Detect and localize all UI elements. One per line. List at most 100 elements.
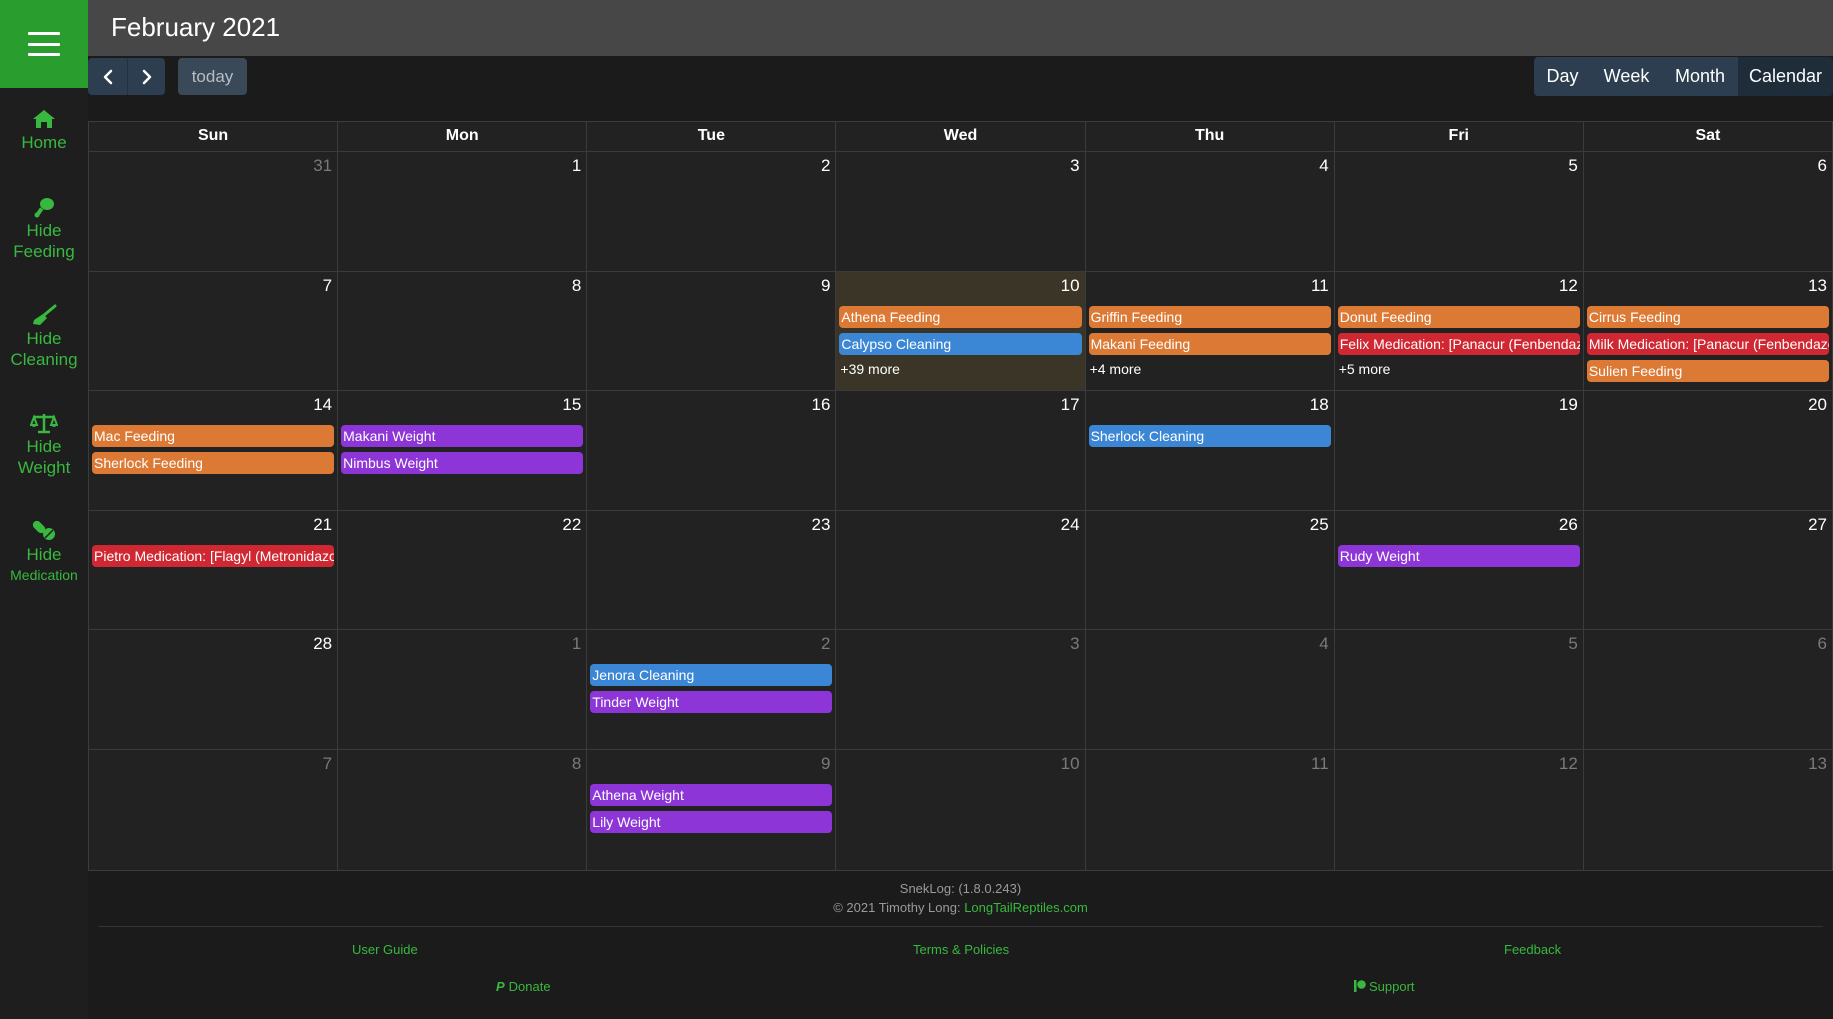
day-number[interactable]: 27 xyxy=(1808,515,1827,535)
calendar-day[interactable]: 2 xyxy=(587,152,837,271)
sidebar-item-hide-weight[interactable]: Hide Weight xyxy=(0,412,88,478)
day-number[interactable]: 12 xyxy=(1559,276,1578,296)
event-cleaning[interactable]: Calypso Cleaning xyxy=(839,332,1082,355)
calendar-day[interactable]: 12 xyxy=(1335,749,1584,870)
day-number[interactable]: 4 xyxy=(1319,156,1328,176)
day-number[interactable]: 9 xyxy=(821,754,830,774)
day-number[interactable]: 13 xyxy=(1808,754,1827,774)
day-number[interactable]: 3 xyxy=(1070,156,1079,176)
calendar-day[interactable]: 11 Griffin Feeding Makani Feeding +4 more xyxy=(1086,271,1335,391)
day-number[interactable]: 12 xyxy=(1559,754,1578,774)
calendar-day[interactable]: 26 Rudy Weight xyxy=(1335,510,1584,630)
website-link[interactable]: LongTailReptiles.com xyxy=(964,900,1088,915)
day-number[interactable]: 20 xyxy=(1808,395,1827,415)
sidebar-item-hide-feeding[interactable]: Hide Feeding xyxy=(0,196,88,262)
calendar-day[interactable]: 2 Jenora Cleaning Tinder Weight xyxy=(587,630,837,749)
day-number[interactable]: 7 xyxy=(323,754,332,774)
today-button[interactable]: today xyxy=(178,58,247,95)
calendar-day[interactable]: 31 xyxy=(89,152,339,271)
calendar-day[interactable]: 6 xyxy=(1584,152,1832,271)
calendar-day[interactable]: 9 xyxy=(587,271,837,391)
event-feeding[interactable]: Donut Feeding xyxy=(1337,305,1580,328)
event-medication[interactable]: Pietro Medication: [Flagyl (Metronidazol… xyxy=(92,544,335,567)
event-cleaning[interactable]: Sherlock Cleaning xyxy=(1088,425,1331,448)
calendar-day[interactable]: 7 xyxy=(89,271,339,391)
event-feeding[interactable]: Griffin Feeding xyxy=(1088,305,1331,328)
day-number[interactable]: 25 xyxy=(1310,515,1329,535)
calendar-day[interactable]: 11 xyxy=(1086,749,1335,870)
day-number[interactable]: 4 xyxy=(1319,634,1328,654)
calendar-day[interactable]: 7 xyxy=(89,749,339,870)
day-number[interactable]: 2 xyxy=(821,156,830,176)
day-number[interactable]: 26 xyxy=(1559,515,1578,535)
donate-link[interactable]: P Donate xyxy=(496,979,551,994)
calendar-day[interactable]: 13 Cirrus Feeding Milk Medication: [Panacu… xyxy=(1584,272,1832,391)
sidebar-item-home[interactable]: Home xyxy=(0,108,88,153)
calendar-day[interactable]: 14 Mac Feeding Sherlock Feeding xyxy=(89,391,339,510)
calendar-day[interactable]: 8 xyxy=(338,271,588,391)
day-number[interactable]: 11 xyxy=(1311,754,1329,774)
event-feeding[interactable]: Athena Feeding xyxy=(839,305,1082,328)
calendar-day[interactable]: 20 xyxy=(1584,391,1832,510)
day-number[interactable]: 3 xyxy=(1070,634,1079,654)
day-number[interactable]: 9 xyxy=(821,276,830,296)
calendar-day[interactable]: 8 xyxy=(338,749,588,870)
day-number[interactable]: 18 xyxy=(1310,395,1329,415)
calendar-day[interactable]: 4 xyxy=(1086,152,1335,271)
feedback-link[interactable]: Feedback xyxy=(1504,942,1561,957)
calendar-day[interactable]: 5 xyxy=(1335,152,1584,271)
calendar-day[interactable]: 28 xyxy=(89,630,339,749)
calendar-day[interactable]: 18 Sherlock Cleaning xyxy=(1086,391,1335,510)
view-week-button[interactable]: Week xyxy=(1591,57,1662,96)
calendar-day[interactable]: 27 xyxy=(1584,511,1832,630)
day-number[interactable]: 1 xyxy=(572,634,581,654)
event-feeding[interactable]: Sherlock Feeding xyxy=(92,452,335,475)
day-number[interactable]: 5 xyxy=(1568,634,1577,654)
day-number[interactable]: 22 xyxy=(562,515,581,535)
terms-link[interactable]: Terms & Policies xyxy=(913,942,1009,957)
day-number[interactable]: 16 xyxy=(812,395,831,415)
day-number[interactable]: 5 xyxy=(1568,156,1577,176)
calendar-day[interactable]: 13 xyxy=(1584,750,1832,870)
more-events-link[interactable]: +5 more xyxy=(1338,360,1580,378)
calendar-day[interactable]: 3 xyxy=(836,152,1086,271)
calendar-day[interactable]: 3 xyxy=(836,630,1086,749)
menu-button[interactable] xyxy=(0,0,88,88)
event-feeding[interactable]: Cirrus Feeding xyxy=(1586,305,1829,328)
day-number[interactable]: 2 xyxy=(821,634,830,654)
calendar-day[interactable]: 15 Makani Weight Nimbus Weight xyxy=(338,391,588,510)
day-number[interactable]: 8 xyxy=(572,276,581,296)
more-events-link[interactable]: +39 more xyxy=(839,360,1081,378)
day-number[interactable]: 6 xyxy=(1818,634,1827,654)
support-link[interactable]: Support xyxy=(1354,979,1415,994)
day-number[interactable]: 14 xyxy=(313,395,332,415)
next-month-button[interactable] xyxy=(127,58,165,95)
user-guide-link[interactable]: User Guide xyxy=(352,942,418,957)
event-medication[interactable]: Felix Medication: [Panacur (Fenbendazole… xyxy=(1337,332,1580,355)
calendar-day[interactable]: 16 xyxy=(587,391,837,510)
day-number[interactable]: 8 xyxy=(572,754,581,774)
event-cleaning[interactable]: Jenora Cleaning xyxy=(590,664,833,687)
event-medication[interactable]: Milk Medication: [Panacur (Fenbendazole)… xyxy=(1586,332,1829,355)
calendar-day[interactable]: 19 xyxy=(1335,391,1584,510)
calendar-day[interactable]: 23 xyxy=(587,510,837,630)
calendar-day[interactable]: 6 xyxy=(1584,630,1832,749)
calendar-day[interactable]: 21 Pietro Medication: [Flagyl (Metronidaz… xyxy=(89,510,339,630)
calendar-day[interactable]: 24 xyxy=(836,510,1086,630)
event-feeding[interactable]: Makani Feeding xyxy=(1088,332,1331,355)
view-month-button[interactable]: Month xyxy=(1662,57,1738,96)
day-number[interactable]: 10 xyxy=(1061,754,1080,774)
sidebar-item-hide-medication[interactable]: Hide Medication xyxy=(0,520,88,586)
day-number[interactable]: 13 xyxy=(1808,276,1827,296)
day-number[interactable]: 7 xyxy=(323,276,332,296)
event-weight[interactable]: Makani Weight xyxy=(341,425,584,448)
event-weight[interactable]: Athena Weight xyxy=(590,783,833,806)
event-weight[interactable]: Rudy Weight xyxy=(1337,544,1580,567)
day-number[interactable]: 17 xyxy=(1061,395,1080,415)
day-number[interactable]: 10 xyxy=(1061,276,1080,296)
sidebar-item-hide-cleaning[interactable]: Hide Cleaning xyxy=(0,304,88,370)
event-weight[interactable]: Tinder Weight xyxy=(590,691,833,714)
event-feeding[interactable]: Sulien Feeding xyxy=(1586,359,1829,382)
event-weight[interactable]: Nimbus Weight xyxy=(341,452,584,475)
calendar-day[interactable]: 9 Athena Weight Lily Weight xyxy=(587,749,837,870)
